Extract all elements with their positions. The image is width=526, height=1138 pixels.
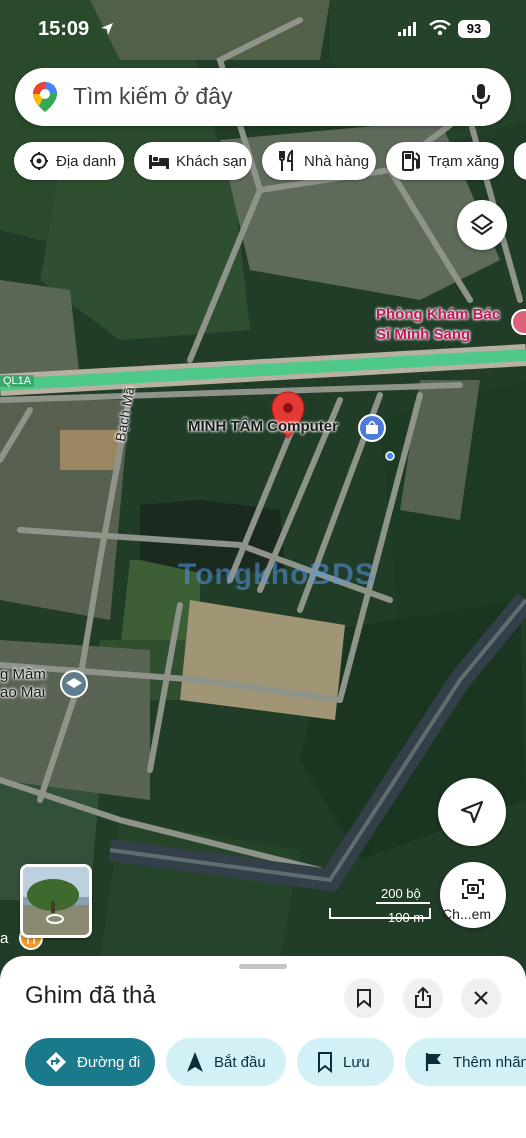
google-maps-pin-icon <box>33 82 57 112</box>
battery-indicator: 93 <box>458 20 490 38</box>
camera-scan-icon <box>462 879 484 899</box>
clinic-marker-icon[interactable] <box>511 309 526 335</box>
watermark: TongkhoBDS <box>178 558 376 591</box>
flag-icon <box>425 1052 443 1072</box>
save-button[interactable]: Lưu <box>297 1038 394 1086</box>
chip-hotels[interactable]: Khách sạn <box>134 142 252 180</box>
chip-label: Địa danh <box>56 152 117 170</box>
cellular-signal-icon <box>398 22 416 36</box>
shopping-bag-marker-icon[interactable] <box>358 414 386 442</box>
restaurant-icon <box>276 150 298 172</box>
search-bar[interactable]: Tìm kiếm ở đây <box>15 68 511 126</box>
start-button[interactable]: Bắt đầu <box>166 1038 286 1086</box>
chip-label: Khách sạn <box>176 152 247 170</box>
save-label: Lưu <box>343 1053 370 1071</box>
chip-gas-stations[interactable]: Trạm xăng <box>386 142 504 180</box>
add-label-label: Thêm nhãn <box>453 1053 526 1071</box>
computer-store-label[interactable]: MINH TÂM Computer <box>188 418 338 435</box>
street-view-button[interactable]: Ch...em <box>440 862 506 928</box>
chip-label: Trạm xăng <box>428 152 500 170</box>
rotate-360-icon <box>46 914 64 924</box>
drag-handle[interactable] <box>239 964 287 969</box>
wifi-icon <box>429 20 451 36</box>
scale-top-label: 200 bộ <box>381 886 421 901</box>
sheet-title: Ghim đã thả <box>25 982 156 1009</box>
my-location-button[interactable] <box>438 778 506 846</box>
share-icon <box>415 987 431 1008</box>
left-edge-label: a <box>0 930 9 947</box>
layers-icon <box>470 213 494 236</box>
chip-restaurants[interactable]: Nhà hàng <box>262 142 376 180</box>
street-view-label: Ch...em <box>442 906 492 922</box>
location-arrow-icon <box>101 23 113 35</box>
landmark-icon <box>28 150 50 172</box>
bookmark-icon <box>357 989 371 1008</box>
bed-icon <box>148 150 170 172</box>
chip-landmarks[interactable]: Địa danh <box>14 142 124 180</box>
close-button[interactable] <box>461 978 501 1018</box>
chip-label: Nhà hàng <box>304 152 370 170</box>
bottom-sheet[interactable]: Ghim đã thả Đường đi Bắt đầu Lưu Thêm nh… <box>0 956 526 1138</box>
navigation-arrow-icon <box>186 1051 204 1073</box>
add-label-button[interactable]: Thêm nhãn <box>405 1038 526 1086</box>
bookmark-icon <box>317 1051 333 1073</box>
directions-label: Đường đi <box>77 1053 141 1071</box>
microphone-icon[interactable] <box>471 83 491 111</box>
directions-button[interactable]: Đường đi <box>25 1038 155 1086</box>
status-bar: 15:09 93 <box>0 0 526 56</box>
directions-icon <box>45 1051 67 1073</box>
gas-station-icon <box>400 150 422 172</box>
status-time: 15:09 <box>38 18 90 40</box>
highway-label: QL1A <box>0 375 35 387</box>
scale-bottom-label: 100 m <box>388 910 425 925</box>
school-marker-icon[interactable] <box>60 670 88 698</box>
poi-dot-icon <box>385 451 395 461</box>
street-view-thumbnail[interactable] <box>20 864 92 938</box>
share-button[interactable] <box>403 978 443 1018</box>
start-label: Bắt đầu <box>214 1053 266 1071</box>
clinic-label[interactable]: Phòng Khám Bác Sĩ Minh Sang <box>376 305 500 345</box>
search-input[interactable]: Tìm kiếm ở đây <box>73 83 233 110</box>
close-icon <box>474 991 488 1005</box>
school-label[interactable]: g Mầm ao Mai <box>0 666 46 702</box>
location-arrow-icon <box>460 800 484 824</box>
layers-button[interactable] <box>457 200 507 250</box>
save-pin-button[interactable] <box>344 978 384 1018</box>
